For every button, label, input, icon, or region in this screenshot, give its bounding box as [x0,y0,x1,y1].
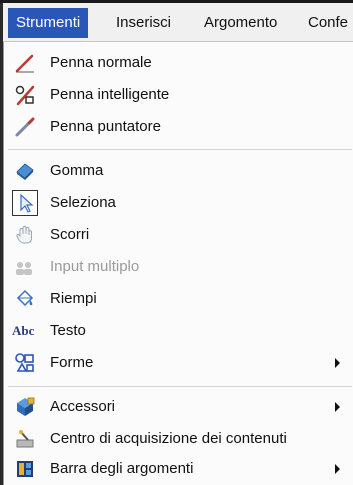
text-abc-icon: Abc [12,323,35,338]
menu-item-label: Scorri [50,226,90,243]
hand-scroll-icon [16,225,32,244]
menu-item-penna-intelligente[interactable]: Penna intelligente [4,80,353,110]
menu-bar: Strumenti Inserisci Argomento Confe [0,0,353,42]
submenu-arrow-icon [335,402,340,412]
window-left-border [0,0,3,485]
menu-item-label: Barra degli argomenti [50,460,194,477]
menu-item-label: Seleziona [50,194,116,211]
menu-item-label: Input multiplo [50,258,140,275]
multiple-input-icon [16,262,32,275]
menu-item-centro-acquisizione[interactable]: Centro di acquisizione dei contenuti [4,424,353,454]
menu-separator [8,386,352,387]
menu-item-label: Forme [50,354,94,371]
menu-item-testo[interactable]: Abc Testo [4,316,353,346]
menu-item-label: Riempi [50,290,97,307]
submenu-arrow-icon [335,464,340,474]
menu-tab-inserisci[interactable]: Inserisci [108,8,179,38]
menu-item-penna-puntatore[interactable]: Penna puntatore [4,112,353,142]
menu-item-label: Penna normale [50,54,152,71]
accessories-icon [17,397,35,416]
menu-item-forme[interactable]: Forme [4,348,353,378]
menu-item-label: Centro di acquisizione dei contenuti [50,430,287,447]
menu-tab-conferenza[interactable]: Confe [300,8,353,38]
menu-tab-argomento[interactable]: Argomento [196,8,285,38]
fill-bucket-icon [16,289,34,307]
menu-item-seleziona[interactable]: Seleziona [4,188,353,218]
menu-separator [8,149,352,150]
menu-item-barra-argomenti[interactable]: Barra degli argomenti [4,454,353,484]
window-top-border [0,0,353,3]
menu-tab-strumenti[interactable]: Strumenti [8,8,89,38]
menu-item-riempi[interactable]: Riempi [4,284,353,314]
menu-item-penna-normale[interactable]: Penna normale [4,48,353,78]
menu-item-gomma[interactable]: Gomma [4,156,353,186]
menu-item-label: Accessori [50,398,116,415]
menu-item-input-multiplo: Input multiplo [4,252,353,282]
menu-item-label: Testo [50,322,86,339]
content-capture-icon [16,430,34,448]
pen-icon [15,54,34,73]
pointer-pen-icon [15,117,35,137]
menu-item-label: Penna puntatore [50,118,161,135]
menu-item-accessori[interactable]: Accessori [4,392,353,422]
shapes-icon [15,353,34,372]
eraser-icon [16,163,34,180]
topics-bar-icon [17,461,33,477]
strumenti-dropdown-menu: Penna normale Penna intelligente Penna p… [3,42,353,485]
menu-item-label: Gomma [50,162,104,179]
smart-pen-icon [15,85,35,106]
select-arrow-icon [20,193,34,213]
submenu-arrow-icon [335,358,340,368]
menu-item-label: Penna intelligente [50,86,170,103]
menu-item-scorri[interactable]: Scorri [4,220,353,250]
